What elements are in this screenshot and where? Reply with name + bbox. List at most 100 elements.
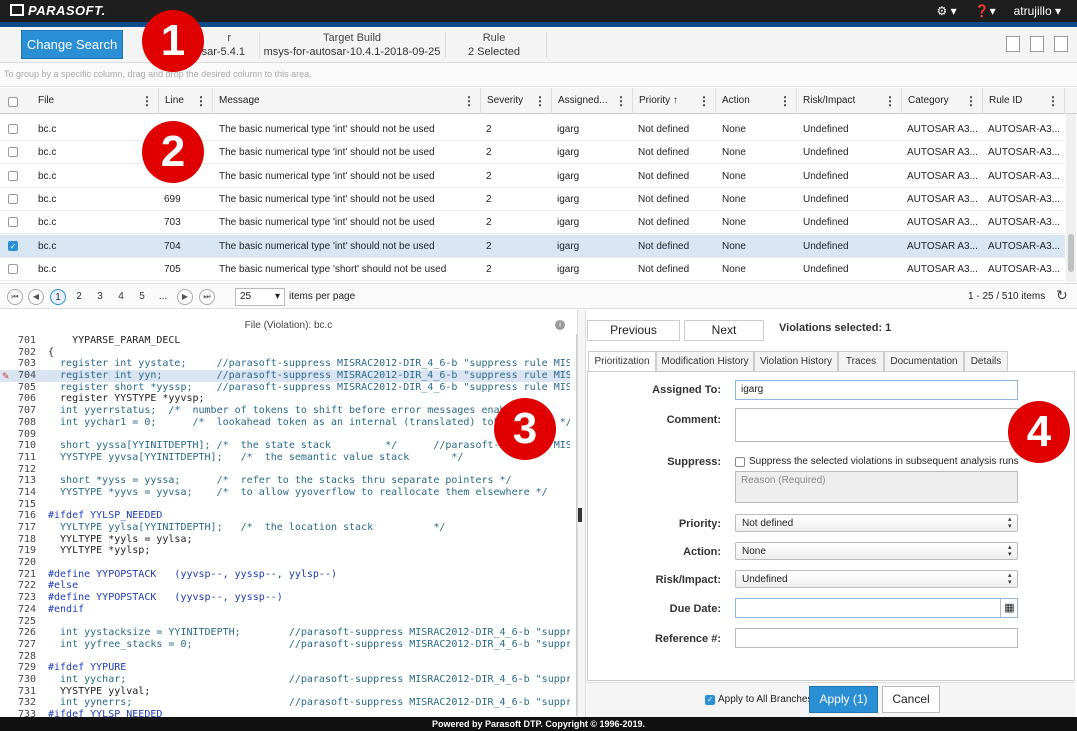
grid-scrollbar[interactable] xyxy=(1066,114,1076,282)
page-number[interactable]: 3 xyxy=(92,289,108,305)
table-row[interactable]: bc.c 699 The basic numerical type 'int' sh… xyxy=(0,188,1065,211)
cell-message: The basic numerical type 'int' should no… xyxy=(219,193,435,205)
reason-textarea[interactable]: Reason (Required) xyxy=(735,471,1018,503)
layout-vertical-icon[interactable] xyxy=(1054,36,1068,52)
row-checkbox[interactable] xyxy=(8,124,18,134)
change-search-button[interactable]: Change Search xyxy=(21,30,123,59)
cell-line: 705 xyxy=(164,263,181,275)
page-number[interactable]: 5 xyxy=(134,289,150,305)
column-menu-icon[interactable]: ⋮ xyxy=(779,88,791,114)
layout-list-icon[interactable] xyxy=(1030,36,1044,52)
column-menu-icon[interactable]: ⋮ xyxy=(534,88,546,114)
prev-page-icon[interactable]: ◀ xyxy=(28,289,44,305)
row-checkbox[interactable] xyxy=(8,170,18,181)
apply-all-checkbox[interactable]: ✓ xyxy=(705,695,715,705)
page-number[interactable]: 4 xyxy=(113,289,129,305)
filter-target-build[interactable]: Target Build msys-for-autosar-10.4.1-201… xyxy=(262,31,442,59)
splitter-handle[interactable] xyxy=(578,508,582,522)
cancel-button[interactable]: Cancel xyxy=(882,686,940,713)
tab-modification-history[interactable]: Modification History xyxy=(656,351,754,371)
table-row[interactable]: bc.c 703 The basic numerical type 'int' sh… xyxy=(0,211,1065,235)
table-row[interactable]: ✓ bc.c 704 The basic numerical type 'int' s… xyxy=(0,234,1065,258)
code-text: #define YYPOPSTACK (yyvsp--, yyssp--) xyxy=(48,592,283,604)
page-number[interactable]: 1 xyxy=(50,289,66,305)
column-header-severity[interactable]: Severity ⋮ xyxy=(481,88,552,114)
column-menu-icon[interactable]: ⋮ xyxy=(698,88,710,114)
gear-icon[interactable]: ⚙ ▾ xyxy=(937,4,957,18)
tab-prioritization[interactable]: Prioritization xyxy=(588,351,656,372)
column-header-assigned[interactable]: Assigned... ⋮ xyxy=(552,88,633,114)
code-line: 715 xyxy=(0,499,570,511)
code-line: 707 int yyerrstatus; /* number of tokens… xyxy=(0,405,570,417)
code-line: 712 xyxy=(0,464,570,476)
violation-marker-icon[interactable]: ✎ xyxy=(2,371,10,382)
column-header-rule-id[interactable]: Rule ID ⋮ xyxy=(983,88,1065,114)
tab-documentation[interactable]: Documentation xyxy=(884,351,964,371)
row-checkbox[interactable] xyxy=(8,263,18,274)
column-header-category[interactable]: Category ⋮ xyxy=(902,88,983,114)
due-date-input[interactable] xyxy=(735,598,1018,618)
previous-button[interactable]: Previous xyxy=(587,320,680,341)
apply-all-label: Apply to All Branches xyxy=(718,694,813,705)
column-menu-icon[interactable]: ⋮ xyxy=(965,88,977,114)
last-page-icon[interactable]: ⏭ xyxy=(199,289,215,305)
table-row[interactable]: bc.c 705 The basic numerical type 'short' … xyxy=(0,258,1065,281)
suppress-checkbox[interactable] xyxy=(735,457,745,467)
column-menu-icon[interactable]: ⋮ xyxy=(884,88,896,114)
tab-details[interactable]: Details xyxy=(964,351,1008,371)
row-checkbox[interactable] xyxy=(8,217,18,228)
row-checkbox[interactable] xyxy=(8,147,18,158)
filter-rule[interactable]: Rule 2 Selected xyxy=(448,31,540,59)
column-header-priority[interactable]: Priority ↑ ⋮ xyxy=(633,88,716,114)
line-number: 731 xyxy=(17,685,36,697)
user-name: atrujillo xyxy=(1013,4,1052,18)
action-select[interactable]: None xyxy=(735,542,1018,560)
tab-traces[interactable]: Traces xyxy=(838,351,884,371)
code-line: 709 xyxy=(0,429,570,441)
reference-input[interactable] xyxy=(735,628,1018,648)
select-all-checkbox[interactable] xyxy=(8,97,18,107)
next-page-icon[interactable]: ▶ xyxy=(177,289,193,305)
scrollbar-thumb[interactable] xyxy=(1068,234,1074,272)
refresh-icon[interactable]: ↻ xyxy=(1056,287,1068,304)
info-icon[interactable]: i xyxy=(555,320,565,330)
column-menu-icon[interactable]: ⋮ xyxy=(195,88,207,114)
items-per-page-select[interactable]: 25 ▾ xyxy=(235,288,285,306)
apply-button[interactable]: Apply (1) xyxy=(809,686,878,713)
cell-action: None xyxy=(722,193,746,205)
column-menu-icon[interactable]: ⋮ xyxy=(463,88,475,114)
column-header-message[interactable]: Message ⋮ xyxy=(213,88,481,114)
code-text: short *yyss = yyssa; /* refer to the sta… xyxy=(48,475,512,487)
assigned-label: Assigned To: xyxy=(652,384,721,396)
target-build-value: msys-for-autosar-10.4.1-2018-09-25 xyxy=(263,46,441,58)
page-ellipsis[interactable]: ... xyxy=(155,289,171,305)
line-number: 724 xyxy=(17,603,36,615)
cell-rule: AUTOSAR-A3... xyxy=(988,263,1060,275)
user-menu[interactable]: atrujillo ▾ xyxy=(1014,4,1061,18)
risk-select[interactable]: Undefined xyxy=(735,570,1018,588)
column-menu-icon[interactable]: ⋮ xyxy=(1047,88,1059,114)
code-line: 706 register YYSTYPE *yyvsp; xyxy=(0,393,570,405)
first-page-icon[interactable]: ⏮ xyxy=(7,289,23,305)
row-checkbox[interactable] xyxy=(8,193,18,204)
comment-textarea[interactable] xyxy=(735,408,1018,442)
cell-severity: 2 xyxy=(486,170,492,182)
help-icon[interactable]: ❓▾ xyxy=(975,4,996,18)
tab-violation-history[interactable]: Violation History xyxy=(754,351,838,371)
column-header-line[interactable]: Line ⋮ xyxy=(159,88,213,114)
layout-horizontal-icon[interactable] xyxy=(1006,36,1020,52)
next-button[interactable]: Next xyxy=(684,320,764,341)
column-header-risk[interactable]: Risk/Impact ⋮ xyxy=(797,88,902,114)
priority-select[interactable]: Not defined xyxy=(735,514,1018,532)
chevron-down-icon: ▾ xyxy=(274,291,280,302)
column-header-file[interactable]: File ⋮ xyxy=(32,88,159,114)
page-number[interactable]: 2 xyxy=(71,289,87,305)
calendar-icon[interactable]: ▦ xyxy=(1000,599,1018,617)
assigned-to-input[interactable]: igarg xyxy=(735,380,1018,400)
column-menu-icon[interactable]: ⋮ xyxy=(141,88,153,114)
column-menu-icon[interactable]: ⋮ xyxy=(615,88,627,114)
code-view[interactable]: 701 YYPARSE_PARAM_DECL 702{703 register i… xyxy=(0,335,570,717)
row-checkbox[interactable]: ✓ xyxy=(8,240,18,251)
parasoft-logo[interactable]: PARASOFT. xyxy=(10,3,106,18)
column-header-action[interactable]: Action ⋮ xyxy=(716,88,797,114)
